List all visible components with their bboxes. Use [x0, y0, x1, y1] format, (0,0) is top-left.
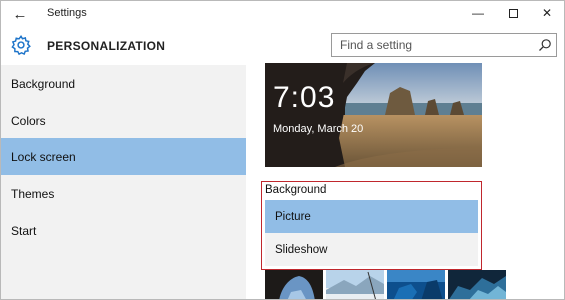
picture-thumbnail[interactable] — [448, 270, 506, 300]
sidebar-item-label: Colors — [11, 113, 46, 128]
sidebar-item-background[interactable]: Background — [1, 65, 246, 102]
sidebar-item-themes[interactable]: Themes — [1, 175, 246, 212]
option-label: Picture — [275, 210, 311, 223]
maximize-icon[interactable] — [495, 1, 531, 25]
back-arrow-icon[interactable]: ← — [7, 3, 33, 25]
title-bar: ← Settings — ✕ — [1, 1, 564, 27]
sidebar-item-start[interactable]: Start — [1, 212, 246, 249]
option-label: Slideshow — [275, 243, 328, 256]
lock-screen-time: 7:03 — [273, 81, 336, 114]
picture-thumbnails — [265, 270, 564, 300]
sidebar: Background Colors Lock screen Themes Sta… — [1, 65, 246, 299]
search-box[interactable] — [331, 33, 557, 57]
sidebar-item-lock-screen[interactable]: Lock screen — [1, 138, 246, 175]
background-dropdown: Background Picture Slideshow — [261, 181, 482, 270]
sidebar-item-label: Themes — [11, 186, 55, 201]
page-title: PERSONALIZATION — [47, 39, 166, 53]
lock-screen-image — [265, 63, 482, 167]
settings-window: ← Settings — ✕ PERSONALIZATION Backgroun… — [0, 0, 565, 300]
close-icon[interactable]: ✕ — [529, 1, 564, 25]
background-label: Background — [265, 184, 327, 196]
minimize-icon[interactable]: — — [460, 1, 496, 25]
search-input[interactable] — [332, 34, 532, 56]
sidebar-item-label: Start — [11, 223, 37, 238]
gear-icon — [11, 34, 31, 56]
sidebar-item-label: Lock screen — [11, 149, 76, 164]
sidebar-item-label: Background — [11, 76, 76, 91]
sidebar-item-colors[interactable]: Colors — [1, 102, 246, 139]
picture-thumbnail[interactable] — [387, 270, 445, 300]
search-icon[interactable] — [538, 38, 552, 52]
lock-screen-date: Monday, March 20 — [273, 123, 364, 135]
option-picture[interactable]: Picture — [265, 200, 478, 233]
picture-thumbnail[interactable] — [326, 270, 384, 300]
window-title: Settings — [47, 7, 87, 19]
option-slideshow[interactable]: Slideshow — [265, 233, 478, 266]
lock-screen-preview: 7:03 Monday, March 20 — [265, 63, 482, 167]
page-header: PERSONALIZATION — [1, 27, 564, 65]
picture-thumbnail[interactable] — [265, 270, 323, 300]
